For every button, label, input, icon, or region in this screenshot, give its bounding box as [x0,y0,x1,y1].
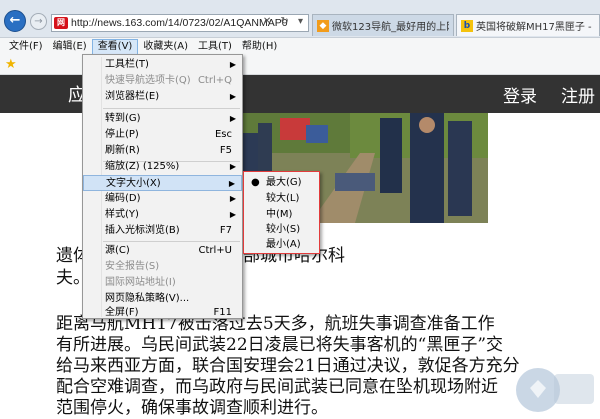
menu-item-refresh[interactable]: 刷新(R) F5 [83,143,242,159]
menu-separator [103,241,240,242]
menu-item-caret-browsing[interactable]: 插入光标浏览(B) F7 [83,223,242,239]
menu-item-shortcut: Ctrl+Q [197,75,232,86]
tab-label: 微软123导航_最好用的上网导航 [332,22,449,33]
menu-bar: 文件(F) 编辑(E) 查看(V) 收藏夹(A) 工具(T) 帮助(H) [0,38,600,55]
bing-icon: b [461,19,473,32]
menu-item-security-report[interactable]: 安全报告(S) [83,259,242,275]
view-menu: 工具栏(T) ▶ 快速导航选项卡(Q) Ctrl+Q 浏览器栏(E) ▶ 转到(… [82,54,243,319]
article-line: 范围停火，确保事故调查顺利进行。 [56,398,328,418]
submenu-item-label: 较小(S) [266,224,301,235]
submenu-arrow-icon: ▶ [229,60,236,69]
menu-item-shortcut: F7 [219,225,232,236]
menu-item-text-size[interactable]: 文字大小(X) ▶ [83,175,242,191]
login-link[interactable]: 登录 [503,82,537,107]
menu-view[interactable]: 查看(V) [91,38,139,55]
submenu-item-label: 较大(L) [266,193,300,204]
url-text[interactable]: http://news.163.com/14/0723/02/A1QANMAP0 [71,17,288,29]
article-line: 配合空难调查，而乌政府与民间武装已同意在坠机现场附近 [56,377,498,397]
menu-item-label: 刷新(R) [105,145,140,156]
text-size-smaller[interactable]: 较小(S) [244,222,319,238]
submenu-item-label: 最小(A) [266,239,301,250]
menu-item-full-screen[interactable]: 全屏(F) F11 [83,305,242,321]
article-line: 有所进展。乌民间武装22日凌晨已将失事客机的“黑匣子”交 [56,335,504,355]
submenu-item-label: 最大(G) [266,177,302,188]
menu-item-go-to[interactable]: 转到(G) ▶ [83,111,242,127]
menu-file[interactable]: 文件(F) [4,39,48,55]
menu-item-label: 全屏(F) [105,307,139,318]
menu-item-intl-address[interactable]: 国际网站地址(I) [83,275,242,291]
article-line: 给马来西亚方面，联合国安理会21日通过决议，敦促各方充分 [56,356,520,376]
menu-item-shortcut: Esc [214,129,232,140]
menu-item-label: 安全报告(S) [105,261,160,272]
menu-item-label: 国际网站地址(I) [105,277,176,288]
menu-item-label: 源(C) [105,245,130,256]
favorites-star-icon[interactable]: ★ [5,57,17,72]
menu-tools[interactable]: 工具(T) [193,39,237,55]
submenu-arrow-icon: ▶ [229,194,236,203]
submenu-item-label: 中(M) [266,209,293,220]
menu-item-label: 缩放(Z) (125%) [105,161,180,172]
menu-item-label: 浏览器栏(E) [105,91,160,102]
submenu-arrow-icon: ▶ [229,162,236,171]
text-size-smallest[interactable]: 最小(A) [244,237,319,253]
selected-bullet-icon: ● [251,177,260,188]
menu-help[interactable]: 帮助(H) [237,39,282,55]
text-size-submenu: ● 最大(G) 较大(L) 中(M) 较小(S) 最小(A) [243,171,320,254]
tab-favicon-icon: ◆ [317,19,329,32]
menu-item-label: 停止(P) [105,129,139,140]
menu-item-stop[interactable]: 停止(P) Esc [83,127,242,143]
menu-item-label: 快速导航选项卡(Q) [105,75,191,86]
watermark-logo-icon [516,368,594,412]
tab-msn-123[interactable]: ◆ 微软123导航_最好用的上网导航 [312,14,454,36]
menu-item-shortcut: F11 [213,307,232,318]
address-bar[interactable]: 网易 http://news.163.com/14/0723/02/A1QANM… [51,14,309,32]
menu-item-label: 编码(D) [105,193,141,204]
menu-item-quick-tabs[interactable]: 快速导航选项卡(Q) Ctrl+Q [83,73,242,89]
menu-item-explorer-bars[interactable]: 浏览器栏(E) ▶ [83,89,242,105]
back-arrow-icon[interactable]: ← [4,10,26,32]
text-size-medium[interactable]: 中(M) [244,207,319,223]
menu-item-encoding[interactable]: 编码(D) ▶ [83,191,242,207]
menu-item-style[interactable]: 样式(Y) ▶ [83,207,242,223]
menu-item-label: 插入光标浏览(B) [105,225,180,236]
text-size-larger[interactable]: 较大(L) [244,191,319,207]
submenu-arrow-icon: ▶ [229,92,236,101]
menu-edit[interactable]: 编辑(E) [48,39,92,55]
menu-item-label: 工具栏(T) [105,59,149,70]
menu-item-label: 文字大小(X) [106,178,161,189]
submenu-arrow-icon: ▶ [229,114,236,123]
tab-bing-mh17[interactable]: b 英国将破解MH17黑匣子 - 必... [456,14,600,36]
menu-item-source[interactable]: 源(C) Ctrl+U [83,243,242,259]
browser-toolbar: ← → 网易 http://news.163.com/14/0723/02/A1… [0,0,600,38]
menu-item-shortcut: F5 [219,145,232,156]
menu-item-zoom[interactable]: 缩放(Z) (125%) ▶ [83,159,242,175]
menu-separator [103,108,240,109]
menu-item-shortcut: Ctrl+U [198,245,233,256]
menu-item-toolbars[interactable]: 工具栏(T) ▶ [83,57,242,73]
submenu-arrow-icon: ▶ [229,210,236,219]
site-logo-icon: 网易 [54,17,68,31]
submenu-arrow-icon: ▶ [228,179,235,188]
text-size-largest[interactable]: ● 最大(G) [244,175,319,191]
menu-item-label: 样式(Y) [105,209,139,220]
menu-favorites[interactable]: 收藏夹(A) [138,39,193,55]
register-link[interactable]: 注册 [561,82,595,107]
tab-label: 英国将破解MH17黑匣子 - 必... [476,22,595,33]
menu-item-label: 转到(G) [105,113,141,124]
address-tools-icons[interactable]: ✕ ↻ ▾ [263,16,306,27]
forward-arrow-icon[interactable]: → [30,13,47,30]
